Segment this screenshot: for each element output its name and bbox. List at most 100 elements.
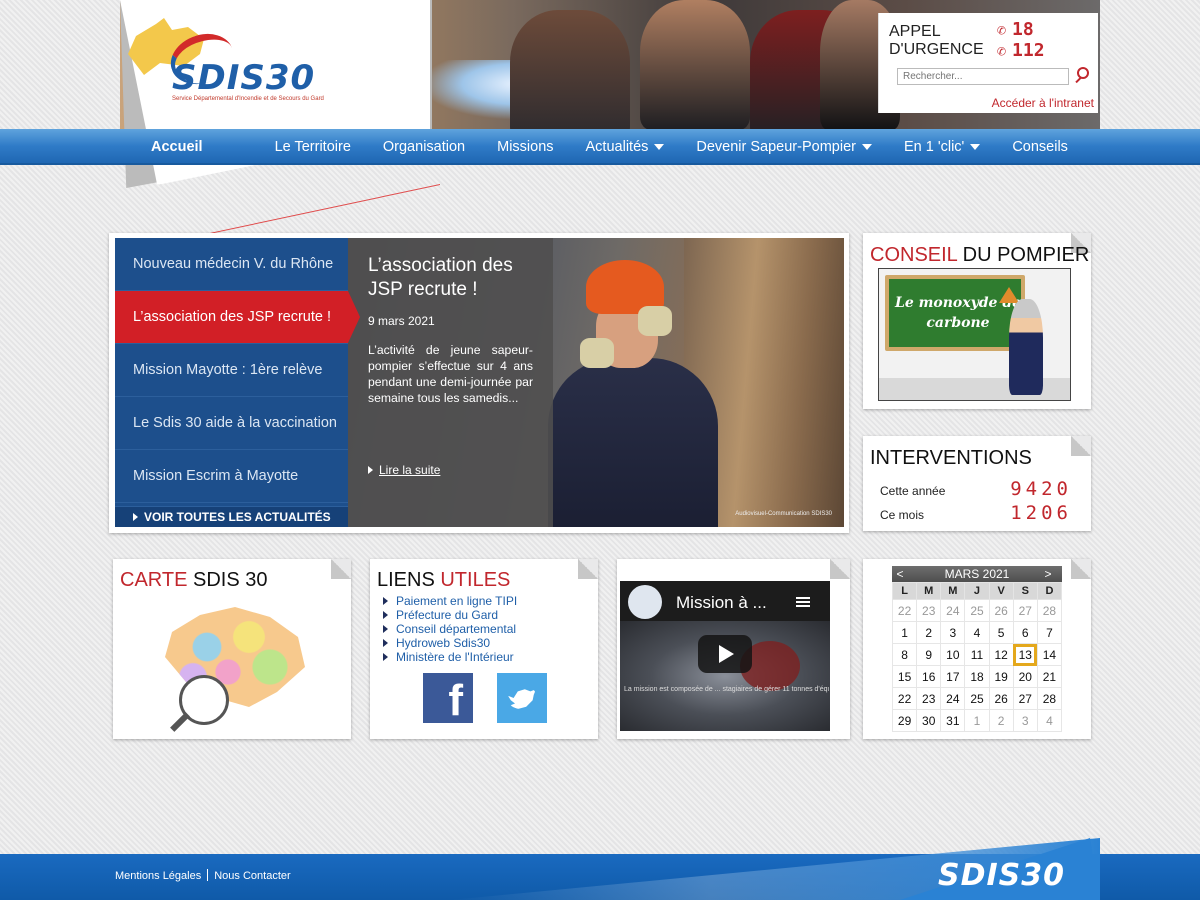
playlist-icon[interactable] [796,597,810,607]
calendar-week: 15 16 17 18 19 20 21 [891,665,1063,688]
site-logo[interactable]: SDIS30 [172,58,315,98]
useful-link[interactable]: Préfecture du Gard [383,608,517,622]
calendar-day[interactable]: 22 [891,687,918,710]
legal-notice-link[interactable]: Mentions Légales [115,870,201,882]
calendar-day[interactable]: 3 [1012,709,1038,732]
calendar-day[interactable]: 25 [964,687,990,710]
calendar-day[interactable]: 27 [1012,599,1038,622]
useful-link[interactable]: Hydroweb Sdis30 [383,636,517,650]
nav-item-7[interactable]: En 1 'clic' [888,129,996,165]
news-item[interactable]: L’association des JSP recrute ! [115,291,360,344]
calendar-day[interactable]: 16 [916,665,942,688]
nav-item-label: Missions [497,139,554,155]
conseil-title: CONSEIL DU POMPIER [870,244,1090,266]
calendar-header: < MARS 2021 > [892,566,1062,582]
nav-item-4[interactable]: Missions [481,129,569,165]
calendar-next-button[interactable]: > [1040,566,1056,582]
play-button[interactable] [698,635,752,673]
calendar-week: 8 9 10 11 12 13 14 [891,643,1063,666]
news-item[interactable]: Nouveau médecin V. du Rhône [115,238,348,291]
nav-item-5[interactable]: Actualités [570,129,681,165]
twitter-icon[interactable] [497,673,547,723]
calendar-day[interactable]: 5 [988,621,1014,644]
calendar-day[interactable]: 11 [964,643,990,666]
all-news-link[interactable]: VOIR TOUTES LES ACTUALITÉS [115,506,348,527]
calendar-day[interactable]: 14 [1036,643,1063,666]
calendar-day[interactable]: 23 [916,687,942,710]
search-input[interactable] [897,68,1069,85]
nav-item-label: Organisation [382,139,466,155]
calendar-weekday: L [891,582,918,600]
calendar-day[interactable]: 26 [988,599,1014,622]
calendar-day[interactable]: 2 [916,621,942,644]
search-icon[interactable] [1073,66,1091,86]
news-item[interactable]: Le Sdis 30 aide à la vaccination [115,397,348,450]
calendar-day[interactable]: 1 [964,709,990,732]
calendar-day[interactable]: 1 [891,621,918,644]
nav-item-1[interactable]: Accueil [135,129,219,165]
calendar-day[interactable]: 17 [940,665,966,688]
calendar-day[interactable]: 7 [1036,621,1063,644]
carte-card[interactable]: CARTE SDIS 30 [113,559,351,739]
calendar-day[interactable]: 12 [988,643,1014,666]
conseil-illustration[interactable]: Le monoxyde de carbone [878,268,1071,401]
calendar-day[interactable]: 31 [940,709,966,732]
calendar-day[interactable]: 30 [916,709,942,732]
calendar-day[interactable]: 4 [964,621,990,644]
nav-item-3[interactable]: Organisation [367,129,481,165]
calendar-day[interactable]: 4 [1036,709,1063,732]
useful-link[interactable]: Paiement en ligne TIPI [383,594,517,608]
department-map-image[interactable] [155,595,315,735]
calendar-day[interactable]: 2 [988,709,1014,732]
jsp-body-image [548,358,718,527]
calendar-day[interactable]: 23 [916,599,942,622]
chalkboard: Le monoxyde de carbone [885,275,1025,351]
separator [207,869,209,881]
calendar-day[interactable]: 21 [1036,665,1063,688]
danger-sign-icon [999,287,1019,303]
channel-avatar-icon[interactable] [628,585,662,619]
calendar-day[interactable]: 24 [940,687,966,710]
news-item[interactable]: Mission Escrim à Mayotte [115,450,348,503]
calendar-day[interactable]: 24 [940,599,966,622]
main-navigation: Accueil Le Territoire Organisation Missions… [0,129,1200,165]
calendar-day[interactable]: 3 [940,621,966,644]
operator-photo [640,0,750,130]
calendar-day[interactable]: 25 [964,599,990,622]
calendar-day[interactable]: 20 [1012,665,1038,688]
contact-link[interactable]: Nous Contacter [214,870,290,882]
calendar-prev-button[interactable]: < [892,566,908,582]
calendar-day[interactable]: 28 [1036,599,1063,622]
calendar-day-today[interactable]: 13 [1012,643,1038,666]
calendar-day[interactable]: 26 [988,687,1014,710]
video-player[interactable]: Mission à ... La mission est composée de… [620,581,830,731]
calendar-day[interactable]: 28 [1036,687,1063,710]
video-title[interactable]: Mission à ... [676,593,767,613]
stat-value: 9420 [1010,478,1072,500]
calendar-day[interactable]: 15 [891,665,918,688]
calendar-day[interactable]: 19 [988,665,1014,688]
stat-value: 1206 [1010,502,1072,524]
calendar-day[interactable]: 10 [940,643,966,666]
calendar-day[interactable]: 18 [964,665,990,688]
useful-link[interactable]: Conseil départemental [383,622,517,636]
calendar-day[interactable]: 6 [1012,621,1038,644]
emergency-box: APPEL D'URGENCE ✆18 ✆112 Accéder à l'int… [878,13,1098,113]
nav-item-8[interactable]: Conseils [996,129,1084,165]
calendar-day[interactable]: 29 [891,709,918,732]
conseil-card[interactable]: CONSEIL DU POMPIER Le monoxyde de carbon… [863,233,1091,409]
calendar-day[interactable]: 27 [1012,687,1038,710]
nav-item-6[interactable]: Devenir Sapeur-Pompier [680,129,888,165]
slide-title[interactable]: L’association des JSP recrute ! [368,254,533,302]
read-more-link[interactable]: Lire la suite [368,463,440,477]
liens-card: LIENS UTILES Paiement en ligne TIPI Préfe… [370,559,598,739]
intranet-link[interactable]: Accéder à l'intranet [992,96,1094,110]
nav-item-2[interactable]: Le Territoire [259,129,367,165]
calendar-day[interactable]: 22 [891,599,918,622]
news-item[interactable]: Mission Mayotte : 1ère relève [115,344,348,397]
facebook-icon[interactable]: f [423,673,473,725]
calendar-day[interactable]: 8 [891,643,918,666]
calendar-day[interactable]: 9 [916,643,942,666]
useful-link[interactable]: Ministère de l'Intérieur [383,650,517,664]
footer-logo[interactable]: SDIS30 [938,858,1065,893]
